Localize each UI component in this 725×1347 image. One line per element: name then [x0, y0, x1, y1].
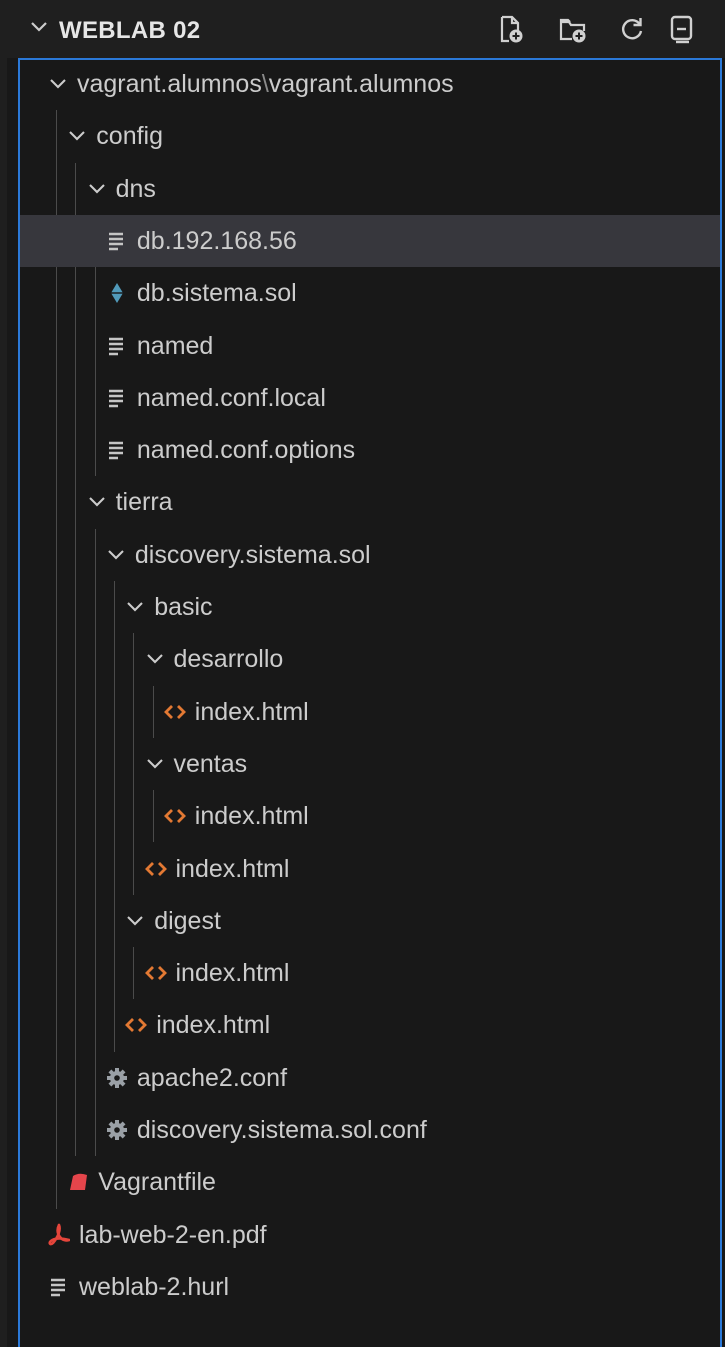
tree-item-label: index.html	[156, 1011, 271, 1040]
tree-item-label: tierra	[115, 488, 173, 517]
tree-file-row[interactable]: Vagrantfile	[20, 1156, 720, 1208]
tree-item-label: dns	[115, 174, 156, 203]
new-folder-icon	[559, 18, 586, 43]
text-file-icon	[106, 334, 128, 358]
tree-item-label: digest	[154, 906, 221, 935]
chevron-down-icon[interactable]	[145, 754, 165, 774]
collapse-all-button[interactable]	[665, 12, 699, 46]
tree-file-row[interactable]: apache2.conf	[20, 1052, 720, 1104]
tree-item-label: config	[96, 122, 164, 151]
tree-item-label: index.html	[194, 697, 309, 726]
tree-file-row[interactable]: db.192.168.56	[20, 214, 720, 267]
new-file-button[interactable]	[493, 12, 527, 46]
chevron-down-icon[interactable]	[29, 17, 49, 37]
tree-item-label: weblab-2.hurl	[79, 1272, 230, 1301]
tree-file-row[interactable]: index.html	[20, 686, 720, 738]
tree-file-row[interactable]: weblab-2.hurl	[20, 1261, 720, 1313]
tree-item-label: db.sistema.sol	[136, 279, 297, 308]
chevron-down-icon[interactable]	[87, 492, 107, 512]
tree-item-label: apache2.conf	[136, 1063, 288, 1092]
tree-file-row[interactable]: named.conf.options	[20, 424, 720, 476]
chevron-down-icon[interactable]	[125, 911, 145, 931]
tree-item-label: db.192.168.56	[136, 226, 297, 255]
chevron-down-icon[interactable]	[67, 126, 87, 146]
tree-item-label: index.html	[175, 959, 290, 988]
chevron-down-icon[interactable]	[106, 545, 126, 565]
tree-item-label: discovery.sistema.sol.conf	[136, 1116, 427, 1144]
tree-folder-row[interactable]: dns	[20, 163, 720, 215]
refresh-button[interactable]	[615, 12, 649, 46]
tree-folder-row[interactable]: tierra	[20, 476, 720, 528]
html-file-icon	[144, 857, 167, 881]
tree-item-label: Vagrantfile	[98, 1168, 216, 1197]
gear-file-icon	[106, 1066, 128, 1090]
tree-file-row[interactable]: index.html	[20, 790, 720, 842]
tree-file-row[interactable]: index.html	[20, 843, 720, 895]
new-folder-button[interactable]	[556, 12, 590, 46]
gear-file-icon	[106, 1118, 128, 1142]
text-file-icon	[48, 1275, 70, 1299]
tree-folder-row[interactable]: basic	[20, 581, 720, 633]
tree-folder-row[interactable]: ventas	[20, 738, 720, 790]
tree-file-row[interactable]: index.html	[20, 999, 720, 1051]
tree-folder-row[interactable]: config	[20, 110, 720, 162]
path-segment: vagrant.alumnos	[77, 70, 262, 98]
path-segment: vagrant.alumnos	[268, 70, 454, 98]
refresh-icon	[621, 18, 643, 40]
tree-item-label: index.html	[194, 802, 309, 831]
html-file-icon	[163, 804, 186, 828]
tree-file-row[interactable]: discovery.sistema.sol.conf	[20, 1104, 720, 1156]
tree-file-row[interactable]: named	[20, 320, 720, 372]
html-file-icon	[144, 961, 167, 985]
tree-folder-row[interactable]: vagrant.alumnos\vagrant.alumnos	[20, 58, 720, 110]
tree-folder-row[interactable]: desarrollo	[20, 633, 720, 685]
tree-file-row[interactable]: index.html	[20, 947, 720, 999]
tree-file-row[interactable]: lab-web-2-en.pdf	[20, 1209, 720, 1261]
tree-item-label: named	[136, 331, 214, 360]
text-file-icon	[106, 438, 128, 462]
tree-file-row[interactable]: named.conf.local	[20, 372, 720, 424]
explorer-header[interactable]: WEBLAB 02	[7, 0, 725, 58]
tree-folder-row[interactable]: discovery.sistema.sol	[20, 529, 720, 581]
tree-item-label: desarrollo	[173, 645, 284, 674]
workspace-title: WEBLAB 02	[59, 17, 201, 44]
html-file-icon	[125, 1013, 148, 1037]
path-separator: \	[261, 70, 269, 98]
text-file-icon	[106, 229, 128, 253]
tree-item-label: ventas	[173, 749, 248, 778]
diamond-file-icon	[106, 281, 128, 305]
new-file-icon	[500, 15, 523, 43]
activity-edge	[0, 0, 7, 1347]
text-file-icon	[106, 386, 128, 410]
chevron-down-icon[interactable]	[145, 649, 165, 669]
pdf-file-icon	[48, 1223, 71, 1247]
tree-item-label: named.conf.local	[136, 383, 326, 412]
tree-item-label: named.conf.options	[136, 436, 356, 465]
tree-item-label: lab-web-2-en.pdf	[79, 1220, 267, 1249]
chevron-down-icon[interactable]	[125, 597, 145, 617]
explorer-panel: WEBLAB 02 vagrant.alumnos\vagrant.alumno…	[0, 0, 725, 1347]
tree-file-row[interactable]: db.sistema.sol	[20, 267, 720, 319]
chevron-down-icon[interactable]	[87, 179, 107, 199]
tree-item-label: basic	[154, 593, 213, 621]
vagrant-file-icon	[67, 1170, 89, 1194]
collapse-all-icon	[670, 15, 693, 44]
tree-item-label: discovery.sistema.sol	[134, 540, 371, 569]
tree-item-label: index.html	[175, 854, 290, 883]
html-file-icon	[163, 700, 186, 724]
tree-item-label: vagrant.alumnos\vagrant.alumnos	[77, 58, 454, 110]
chevron-down-icon[interactable]	[48, 74, 68, 94]
tree-folder-row[interactable]: digest	[20, 895, 720, 947]
